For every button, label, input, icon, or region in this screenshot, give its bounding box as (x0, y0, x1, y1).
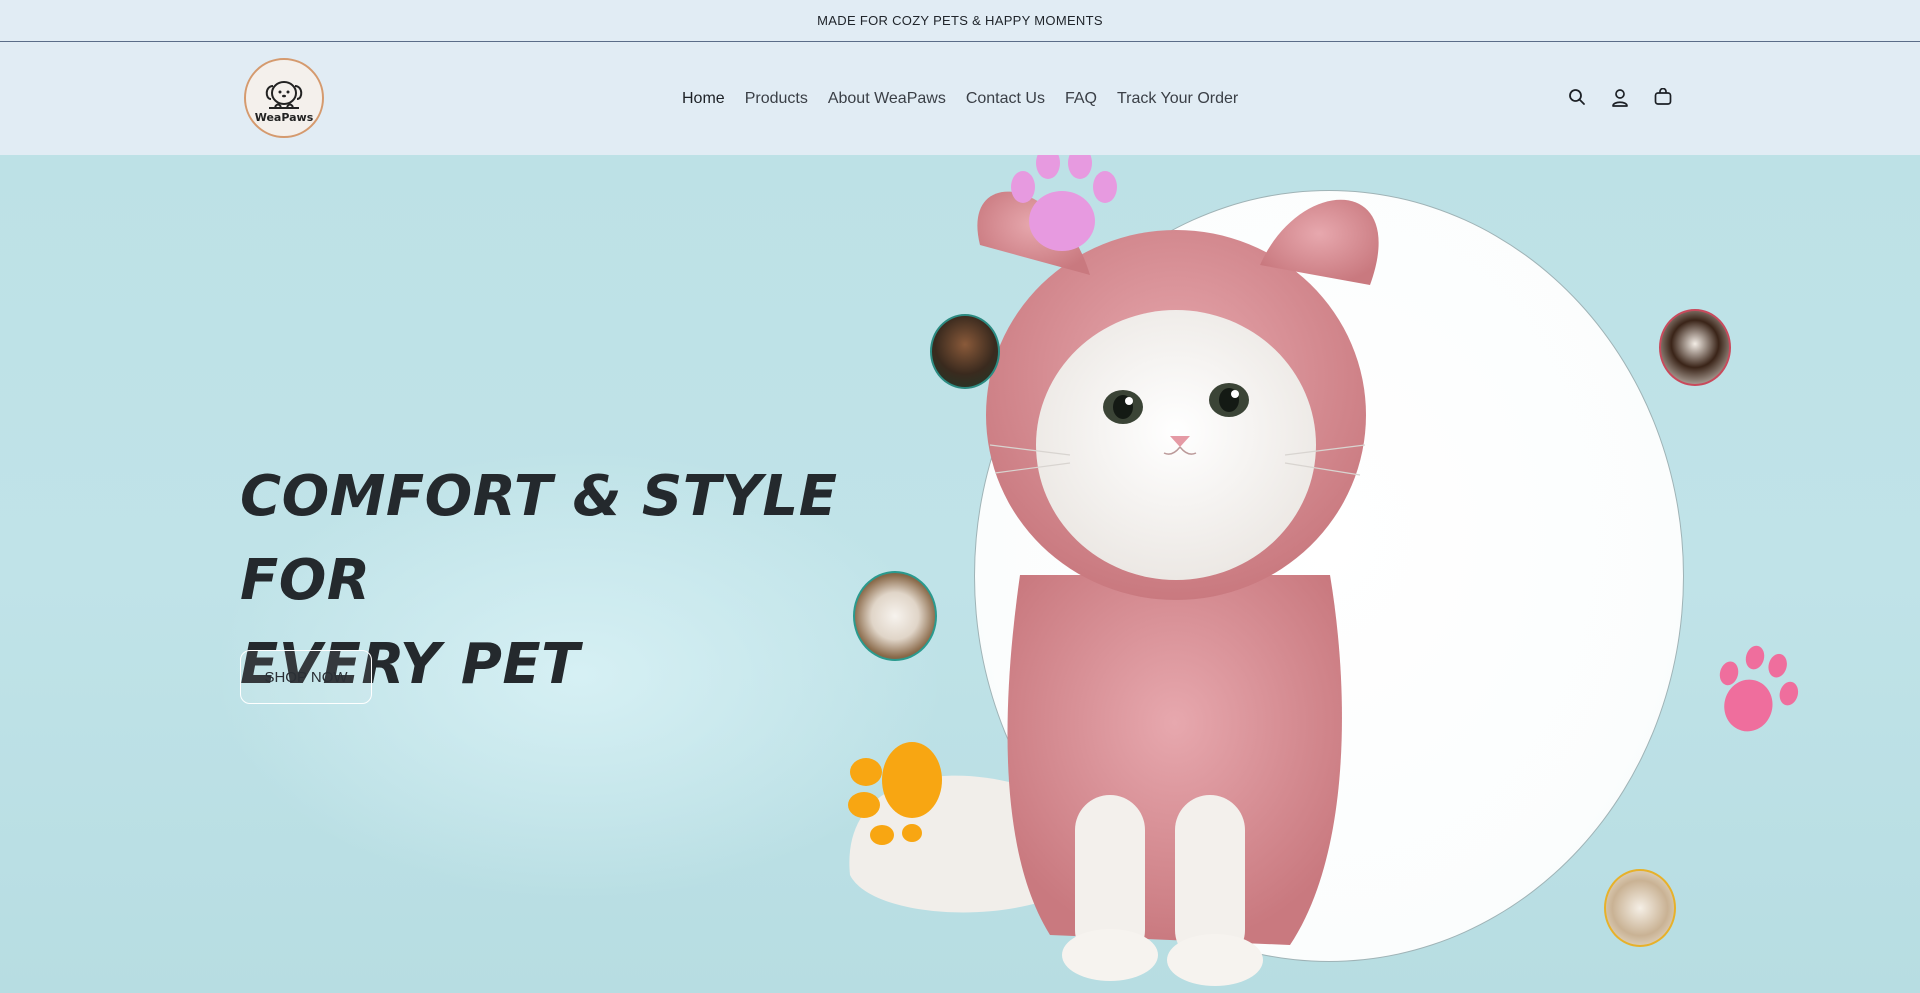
brand-name: WeaPaws (254, 110, 314, 124)
nav-contact[interactable]: Contact Us (956, 90, 1055, 108)
search-icon[interactable] (1566, 86, 1588, 108)
shop-now-button[interactable]: SHOP NOW (240, 650, 372, 704)
nav-home[interactable]: Home (682, 90, 735, 108)
hero-headline-line1: COMFORT & STYLE FOR (240, 464, 838, 613)
dog-avatar-2 (1659, 309, 1731, 386)
announcement-text: MADE FOR COZY PETS & HAPPY MOMENTS (817, 13, 1103, 28)
nav-products[interactable]: Products (735, 90, 818, 108)
puppy-logo-icon (265, 80, 303, 109)
kitten-in-pink-hoodie-image (849, 191, 1379, 986)
header-actions (1566, 86, 1674, 108)
hero-banner: COMFORT & STYLE FOR EVERY PET SHOP NOW (0, 155, 1920, 993)
brand-logo[interactable]: WeaPaws (244, 58, 324, 138)
dog-avatar-4 (1604, 869, 1676, 947)
cart-icon[interactable] (1652, 86, 1674, 108)
main-nav: Home Products About WeaPaws Contact Us F… (682, 42, 1248, 155)
dog-avatar-1 (930, 314, 1000, 389)
paw-print-pink-icon (1011, 155, 1117, 251)
announcement-bar: MADE FOR COZY PETS & HAPPY MOMENTS (0, 0, 1920, 42)
dog-avatar-3 (853, 571, 937, 661)
paw-print-orange-icon (848, 742, 942, 845)
paw-print-hot-pink-icon (1719, 645, 1799, 732)
nav-track-order[interactable]: Track Your Order (1107, 90, 1248, 108)
site-header: WeaPaws Home Products About WeaPaws Cont… (0, 42, 1920, 155)
nav-faq[interactable]: FAQ (1055, 90, 1107, 108)
nav-about[interactable]: About WeaPaws (818, 90, 956, 108)
account-icon[interactable] (1609, 86, 1631, 108)
